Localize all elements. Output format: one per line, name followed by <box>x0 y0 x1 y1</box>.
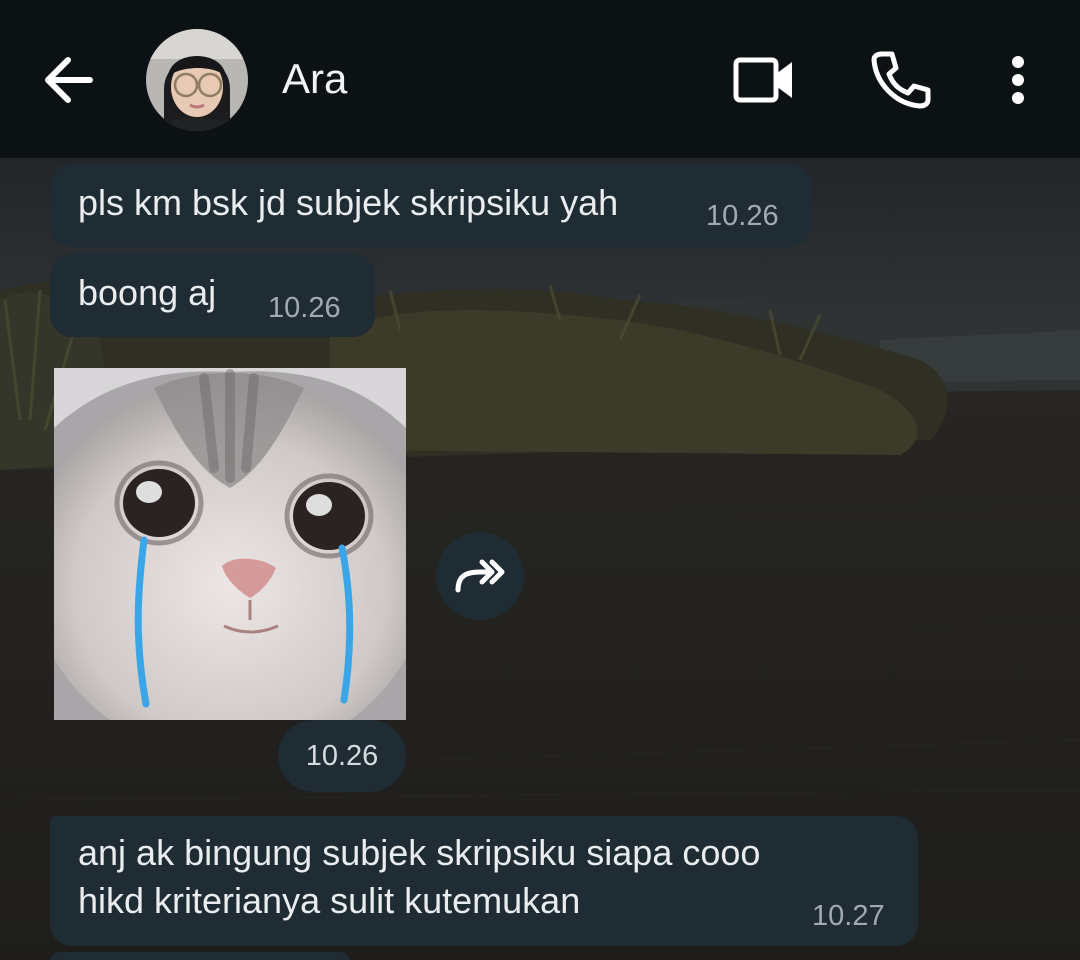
message-text-line: anj ak bingung subjek skripsiku siapa co… <box>78 832 761 873</box>
contact-name[interactable]: Ara <box>282 52 347 106</box>
message-text: pls km bsk jd subjek skripsiku yah <box>78 182 619 223</box>
message-time: 10.26 <box>706 200 779 232</box>
message-time: 10.26 <box>268 292 341 324</box>
sticker-time: 10.26 <box>278 720 406 792</box>
arrow-left-icon <box>45 57 93 103</box>
message-bubble[interactable]: boong aj 10.26 <box>50 254 375 337</box>
more-options-button[interactable] <box>982 44 1054 116</box>
forward-button[interactable] <box>436 532 524 620</box>
chat-screen: Ara pls km bsk jd subjek skripsiku yah 1… <box>0 0 1080 960</box>
avatar-photo <box>146 29 248 131</box>
message-time: 10.27 <box>812 900 885 932</box>
phone-icon <box>871 51 931 109</box>
message-bubble-partial[interactable] <box>50 952 350 960</box>
message-bubble[interactable]: pls km bsk jd subjek skripsiku yah 10.26 <box>50 164 812 247</box>
back-button[interactable] <box>34 46 102 114</box>
crying-cat-sticker <box>54 368 406 720</box>
contact-avatar[interactable] <box>146 29 248 131</box>
sticker-message[interactable] <box>54 368 406 720</box>
forward-icon <box>455 559 505 593</box>
video-camera-icon <box>733 57 792 103</box>
message-text: boong aj <box>78 272 217 313</box>
voice-call-button[interactable] <box>864 44 936 116</box>
video-call-button[interactable] <box>728 44 800 116</box>
message-text-line: hikd kriterianya sulit kutemukan <box>78 880 581 921</box>
message-bubble[interactable]: anj ak bingung subjek skripsiku siapa co… <box>50 816 918 946</box>
chat-header: Ara <box>0 0 1080 158</box>
more-vert-icon <box>1012 56 1024 104</box>
